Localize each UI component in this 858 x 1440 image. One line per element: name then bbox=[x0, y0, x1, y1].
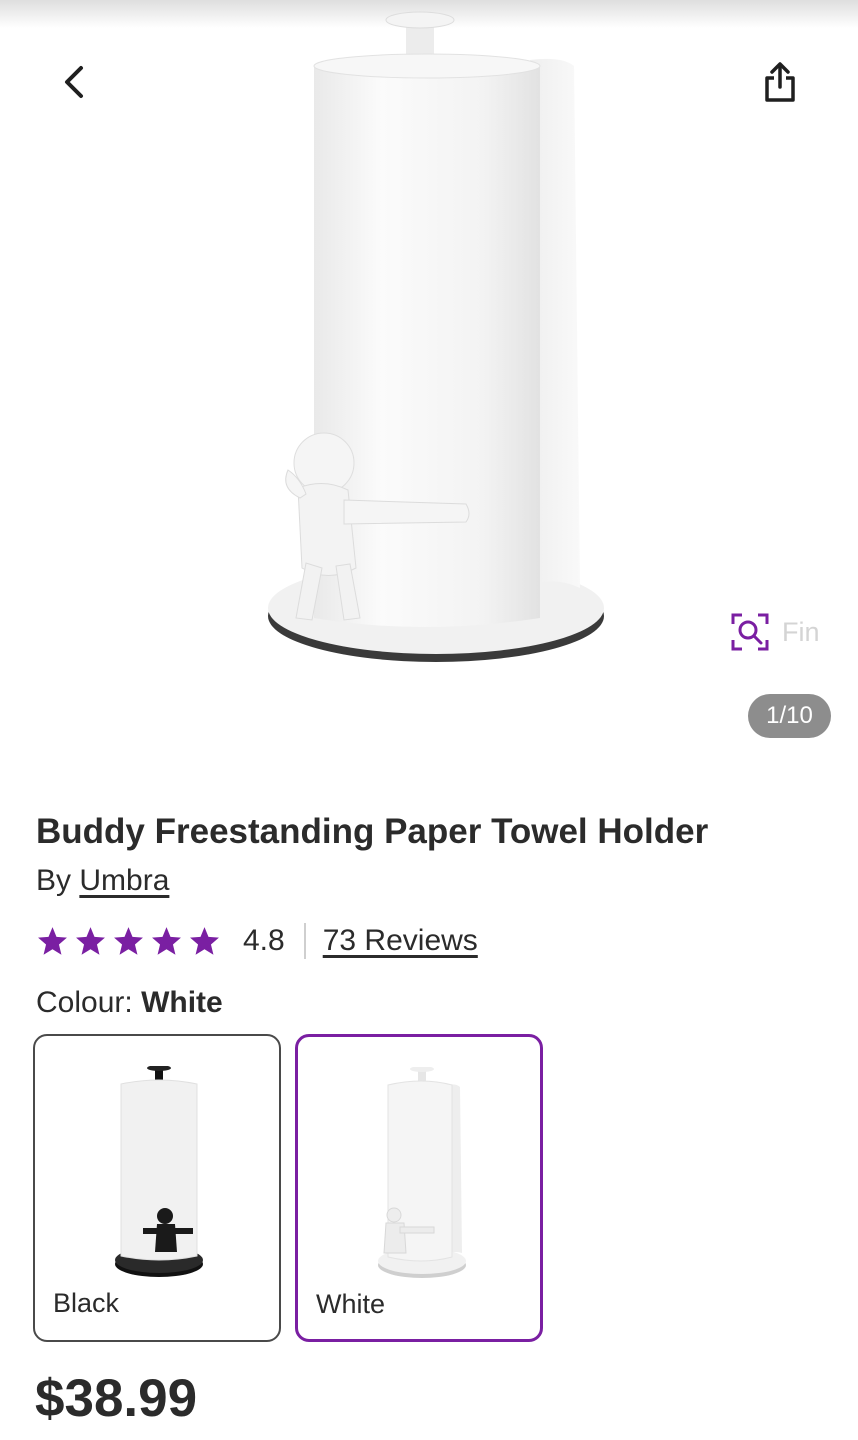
rating-row: 4.8 73 Reviews bbox=[36, 918, 478, 964]
image-counter-badge: 1/10 bbox=[748, 694, 831, 738]
product-title: Buddy Freestanding Paper Towel Holder bbox=[36, 812, 709, 851]
colour-label: Colour: bbox=[36, 986, 133, 1019]
back-button[interactable] bbox=[50, 58, 98, 106]
product-image-gallery[interactable]: Fin 1/10 bbox=[0, 0, 858, 760]
swatch-white-label: White bbox=[316, 1289, 386, 1319]
reviews-link[interactable]: 73 Reviews bbox=[323, 924, 478, 958]
find-similar-button[interactable]: Fin bbox=[730, 610, 830, 654]
brand-link[interactable]: Umbra bbox=[79, 864, 169, 897]
rating-divider bbox=[303, 923, 306, 959]
swatch-black-label: Black bbox=[53, 1288, 120, 1318]
star-icon bbox=[114, 926, 143, 955]
visual-search-icon bbox=[731, 613, 769, 651]
product-price: $38.99 bbox=[35, 1369, 198, 1428]
share-button[interactable] bbox=[756, 58, 804, 106]
colour-selection-label: Colour: White bbox=[36, 986, 223, 1020]
product-image[interactable] bbox=[240, 8, 620, 678]
colour-swatch-white[interactable]: White bbox=[295, 1034, 543, 1342]
find-similar-label: Fin bbox=[782, 616, 820, 647]
swatch-black-image bbox=[115, 1066, 203, 1277]
star-icon bbox=[190, 926, 219, 955]
rating-value: 4.8 bbox=[243, 924, 285, 957]
star-icon bbox=[76, 926, 105, 955]
star-rating bbox=[36, 925, 221, 958]
share-icon bbox=[765, 62, 795, 102]
chevron-left-icon bbox=[65, 66, 83, 98]
star-icon bbox=[38, 926, 67, 955]
colour-swatch-black[interactable]: Black bbox=[33, 1034, 281, 1342]
selected-colour-value: White bbox=[141, 986, 223, 1019]
by-prefix: By bbox=[36, 864, 80, 897]
swatch-white-image bbox=[378, 1067, 466, 1278]
byline: By Umbra bbox=[36, 864, 169, 898]
star-icon bbox=[152, 926, 181, 955]
